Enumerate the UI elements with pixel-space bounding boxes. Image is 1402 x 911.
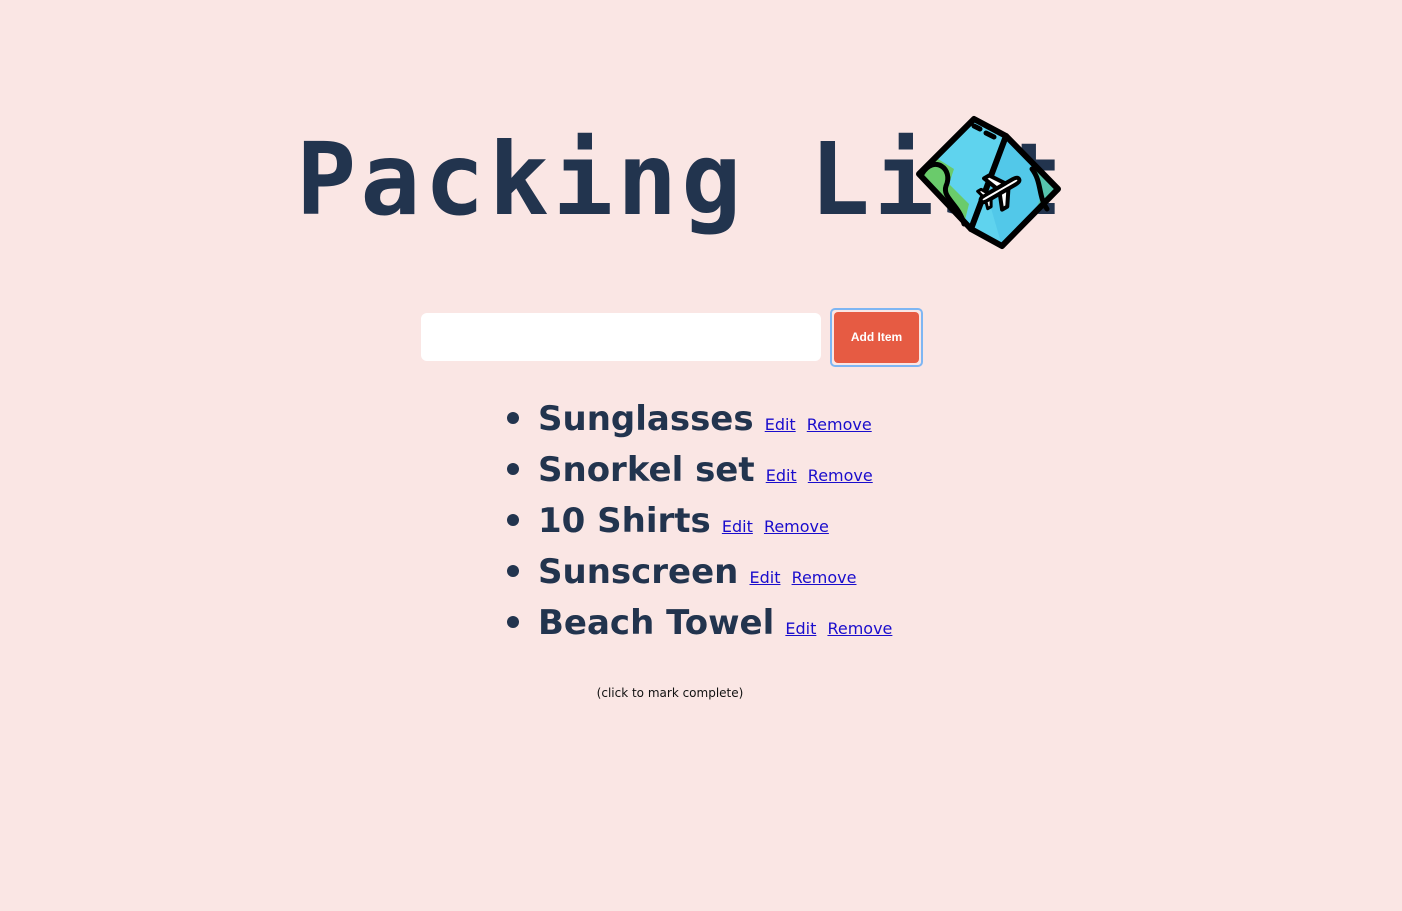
list-item: Sunglasses Edit Remove: [507, 395, 892, 446]
bullet-icon: [507, 463, 519, 475]
list-item: Sunscreen Edit Remove: [507, 548, 892, 599]
item-name[interactable]: Beach Towel: [538, 603, 774, 643]
item-name[interactable]: Snorkel set: [538, 450, 755, 490]
complete-hint: (click to mark complete): [596, 686, 744, 700]
edit-link[interactable]: Edit: [766, 466, 797, 485]
header: Packing List: [0, 110, 1402, 255]
list-item: Beach Towel Edit Remove: [507, 599, 892, 650]
edit-link[interactable]: Edit: [722, 517, 753, 536]
edit-link[interactable]: Edit: [765, 415, 796, 434]
edit-link[interactable]: Edit: [749, 568, 780, 587]
remove-link[interactable]: Remove: [808, 466, 873, 485]
item-name[interactable]: Sunscreen: [538, 552, 738, 592]
edit-link[interactable]: Edit: [785, 619, 816, 638]
add-item-form: Add Item: [421, 308, 923, 368]
bullet-icon: [507, 514, 519, 526]
packing-list: Sunglasses Edit Remove Snorkel set Edit …: [507, 395, 892, 650]
remove-link[interactable]: Remove: [827, 619, 892, 638]
remove-link[interactable]: Remove: [792, 568, 857, 587]
remove-link[interactable]: Remove: [807, 415, 872, 434]
item-input[interactable]: [421, 313, 821, 361]
list-item: 10 Shirts Edit Remove: [507, 497, 892, 548]
item-name[interactable]: 10 Shirts: [538, 501, 711, 541]
bullet-icon: [507, 412, 519, 424]
bullet-icon: [507, 616, 519, 628]
remove-link[interactable]: Remove: [764, 517, 829, 536]
list-item: Snorkel set Edit Remove: [507, 446, 892, 497]
travel-map-icon: [916, 116, 1061, 249]
item-name[interactable]: Sunglasses: [538, 399, 754, 439]
add-item-button[interactable]: Add Item: [830, 308, 923, 367]
bullet-icon: [507, 565, 519, 577]
add-item-button-label: Add Item: [834, 312, 919, 363]
